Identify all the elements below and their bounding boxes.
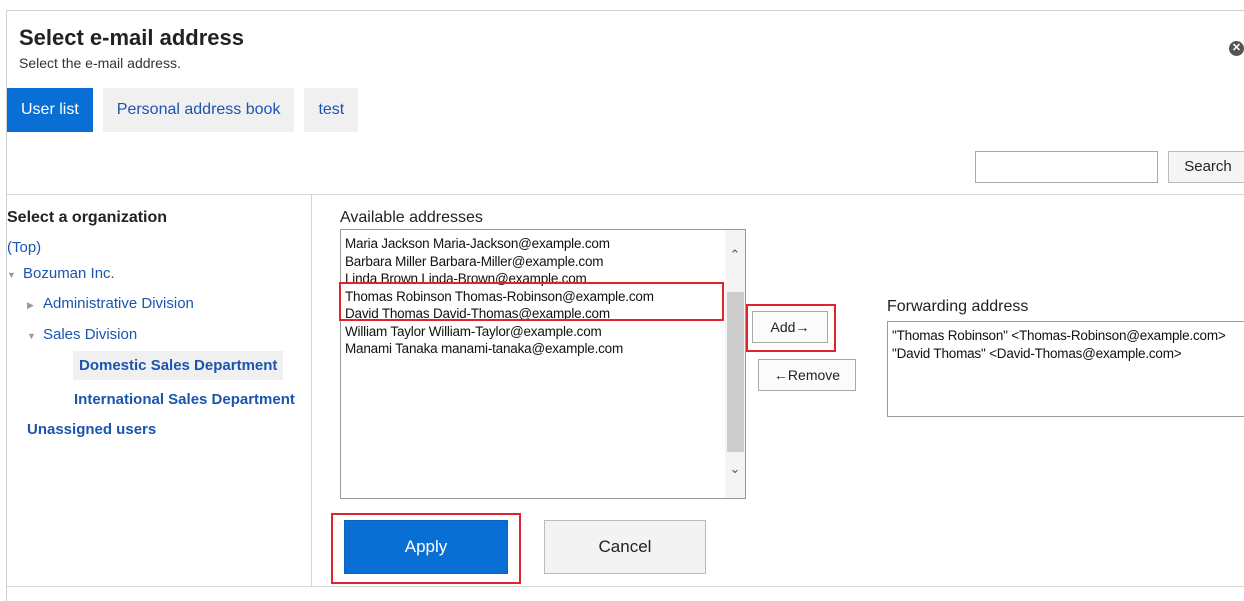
search-row: Search — [975, 151, 1244, 183]
search-input[interactable] — [975, 151, 1158, 183]
tree-item-bozuman[interactable]: ▼ Bozuman Inc. — [7, 265, 115, 282]
tree-item-administrative[interactable]: ▶ Administrative Division — [27, 295, 194, 312]
cancel-button[interactable]: Cancel — [544, 520, 706, 574]
tree-item-domestic-sales[interactable]: Domestic Sales Department — [73, 351, 284, 380]
divider-bottom — [7, 586, 1244, 587]
forwarding-address-label: Forwarding address — [887, 298, 1029, 315]
tab-personal-address-book[interactable]: Personal address book — [102, 88, 295, 132]
chevron-down-icon[interactable]: ⌄ — [728, 462, 742, 476]
tree-item-label: Sales Division — [43, 326, 138, 343]
search-button[interactable]: Search — [1168, 151, 1244, 183]
divider-vertical — [311, 194, 312, 586]
tree-item-label: Bozuman Inc. — [23, 265, 115, 282]
add-highlight-box — [746, 304, 836, 352]
remove-button[interactable]: ←Remove — [758, 359, 856, 391]
address-option[interactable]: William Taylor William-Taylor@example.co… — [345, 323, 654, 341]
select-email-dialog: Select e-mail address Select the e-mail … — [6, 10, 1244, 601]
forwarding-option[interactable]: "Thomas Robinson" <Thomas-Robinson@examp… — [892, 327, 1226, 345]
tab-test[interactable]: test — [304, 88, 359, 132]
dialog-subtitle: Select the e-mail address. — [19, 55, 181, 71]
tab-bar: User list Personal address book test — [7, 88, 368, 132]
dialog-title: Select e-mail address — [19, 25, 245, 50]
address-option[interactable]: Barbara Miller Barbara-Miller@example.co… — [345, 253, 654, 271]
tree-item-top[interactable]: (Top) — [7, 239, 41, 256]
forwarding-address-listbox[interactable]: "Thomas Robinson" <Thomas-Robinson@examp… — [887, 321, 1244, 417]
tree-item-unassigned[interactable]: Unassigned users — [27, 421, 156, 438]
vertical-scrollbar[interactable]: ⌃ ⌄ — [725, 230, 745, 498]
address-option[interactable]: Manami Tanaka manami-tanaka@example.com — [345, 340, 654, 358]
forwarding-option[interactable]: "David Thomas" <David-Thomas@example.com… — [892, 345, 1226, 363]
tab-user-list[interactable]: User list — [7, 88, 93, 132]
apply-highlight-box — [331, 513, 521, 584]
expanded-triangle-icon[interactable]: ▼ — [27, 331, 43, 341]
tree-item-label: Administrative Division — [43, 295, 194, 312]
forwarding-address-list: "Thomas Robinson" <Thomas-Robinson@examp… — [892, 327, 1226, 362]
chevron-up-icon[interactable]: ⌃ — [728, 248, 742, 262]
selection-highlight-box — [339, 282, 724, 321]
available-addresses-label: Available addresses — [340, 209, 483, 226]
tree-item-sales[interactable]: ▼ Sales Division — [27, 326, 137, 343]
organization-heading: Select a organization — [7, 209, 168, 226]
scrollbar-thumb[interactable] — [727, 292, 744, 452]
divider-top — [7, 194, 1244, 195]
close-icon[interactable]: ✕ — [1229, 41, 1244, 56]
tree-item-international-sales[interactable]: International Sales Department — [74, 391, 295, 408]
collapsed-triangle-icon[interactable]: ▶ — [27, 300, 43, 311]
available-addresses-listbox[interactable]: Maria Jackson Maria-Jackson@example.com … — [340, 229, 746, 499]
address-option[interactable]: Maria Jackson Maria-Jackson@example.com — [345, 235, 654, 253]
expanded-triangle-icon[interactable]: ▼ — [7, 270, 23, 280]
